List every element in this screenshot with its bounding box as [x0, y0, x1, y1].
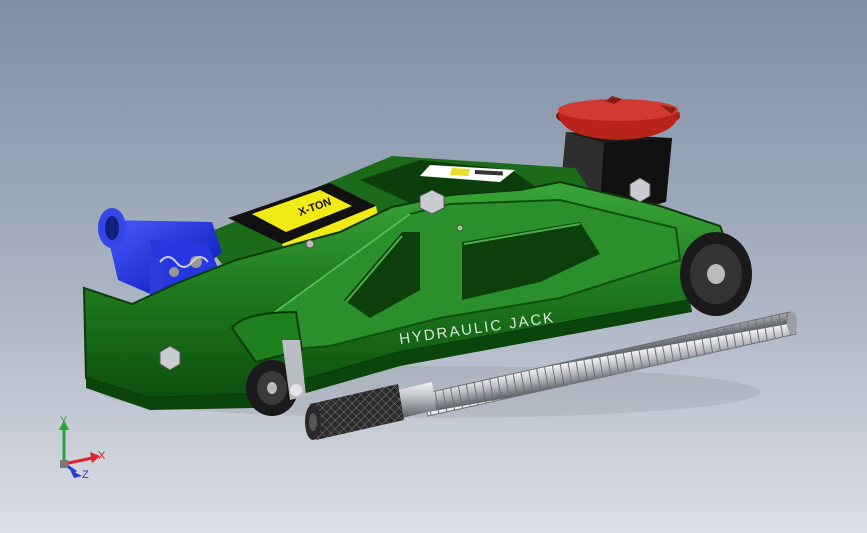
x-axis-line — [63, 456, 93, 466]
y-axis-label: Y — [60, 415, 68, 427]
x-axis-label: X — [98, 450, 106, 462]
view-triad: Y X Z — [59, 415, 106, 481]
model-view[interactable]: X-TON HYDRAULIC JACK — [0, 0, 867, 533]
z-axis-label: Z — [82, 469, 89, 481]
graphics-viewport[interactable]: X-TON HYDRAULIC JACK Y X Z — [0, 0, 867, 533]
front-wheel — [680, 232, 752, 316]
triad-origin — [60, 460, 68, 468]
